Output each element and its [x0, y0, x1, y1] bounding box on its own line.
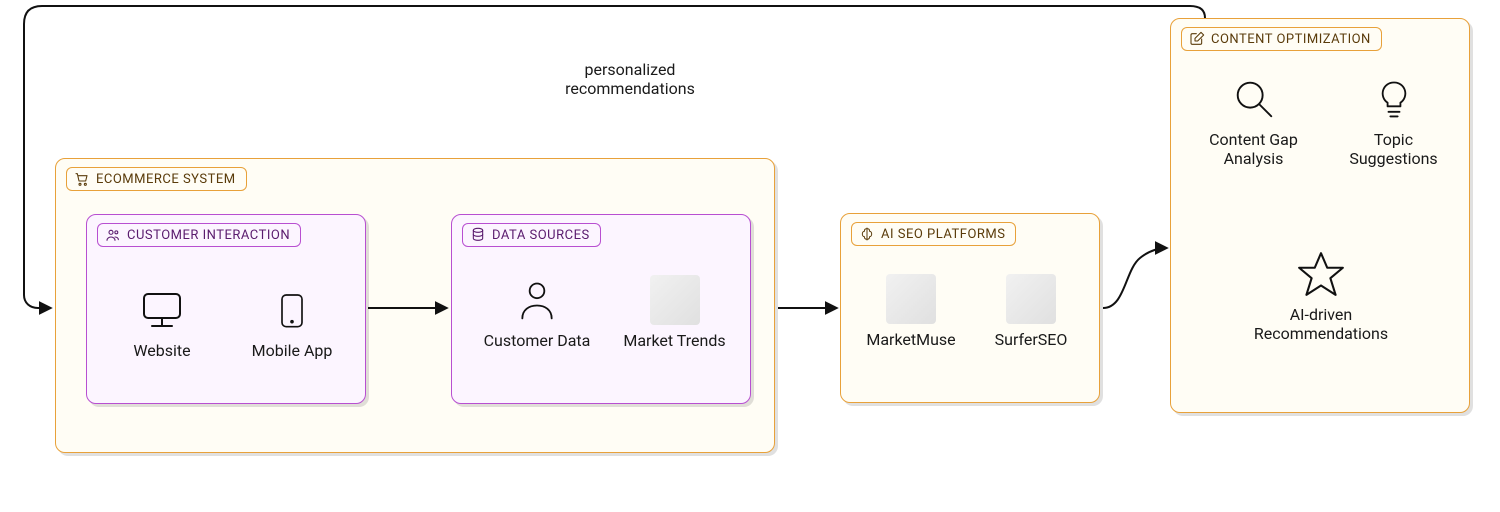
group-header-ecommerce: ECOMMERCE SYSTEM [66, 167, 247, 191]
image-placeholder-icon [886, 274, 936, 324]
node-label-website: Website [107, 341, 217, 360]
node-label-ai-recs: AI-driven Recommendations [1241, 305, 1401, 343]
database-icon [470, 227, 486, 243]
node-ai-recs: AI-driven Recommendations [1241, 249, 1401, 343]
lightbulb-icon [1369, 74, 1419, 124]
mobile-icon [267, 285, 317, 335]
user-icon [512, 275, 562, 325]
group-customer-interaction: CUSTOMER INTERACTION Website Mobile App [86, 214, 366, 404]
group-content-optimization: CONTENT OPTIMIZATION Content Gap Analysi… [1170, 18, 1470, 413]
node-label-content-gap: Content Gap Analysis [1186, 130, 1321, 168]
group-header-customer-interaction: CUSTOMER INTERACTION [97, 223, 301, 247]
node-label-market-trends: Market Trends [617, 331, 732, 350]
node-website: Website [107, 285, 217, 360]
node-content-gap: Content Gap Analysis [1186, 74, 1321, 168]
group-header-ai-seo: AI SEO PLATFORMS [851, 222, 1016, 246]
node-mobile-app: Mobile App [237, 285, 347, 360]
user-group-icon [105, 227, 121, 243]
group-ecommerce-system: ECOMMERCE SYSTEM CUSTOMER INTERACTION We… [55, 158, 775, 453]
image-placeholder-icon [1006, 274, 1056, 324]
group-title-content-opt: CONTENT OPTIMIZATION [1211, 32, 1371, 47]
group-data-sources: DATA SOURCES Customer Data Market Trends [451, 214, 751, 404]
node-label-customer-data: Customer Data [477, 331, 597, 350]
group-title-customer-interaction: CUSTOMER INTERACTION [127, 228, 290, 243]
node-label-surferseo: SurferSEO [976, 330, 1086, 349]
node-label-marketmuse: MarketMuse [856, 330, 966, 349]
node-customer-data: Customer Data [477, 275, 597, 350]
node-label-topic-suggestions: Topic Suggestions [1331, 130, 1456, 168]
star-icon [1296, 249, 1346, 299]
group-ai-seo-platforms: AI SEO PLATFORMS MarketMuse SurferSEO [840, 213, 1100, 403]
group-title-ai-seo: AI SEO PLATFORMS [881, 227, 1005, 242]
magnifier-icon [1229, 74, 1279, 124]
group-header-data-sources: DATA SOURCES [462, 223, 601, 247]
node-label-mobile-app: Mobile App [237, 341, 347, 360]
brain-icon [859, 226, 875, 242]
node-topic-suggestions: Topic Suggestions [1331, 74, 1456, 168]
group-header-content-opt: CONTENT OPTIMIZATION [1181, 27, 1382, 51]
group-title-data-sources: DATA SOURCES [492, 228, 590, 243]
node-surferseo: SurferSEO [976, 274, 1086, 349]
group-title-ecommerce: ECOMMERCE SYSTEM [96, 172, 236, 187]
edge-label-feedback: personalized recommendations [520, 60, 740, 98]
edit-square-icon [1189, 31, 1205, 47]
monitor-icon [137, 285, 187, 335]
node-marketmuse: MarketMuse [856, 274, 966, 349]
edge-aiseo-to-contentopt [1103, 248, 1166, 308]
cart-icon [74, 171, 90, 187]
image-placeholder-icon [650, 275, 700, 325]
node-market-trends: Market Trends [617, 275, 732, 350]
